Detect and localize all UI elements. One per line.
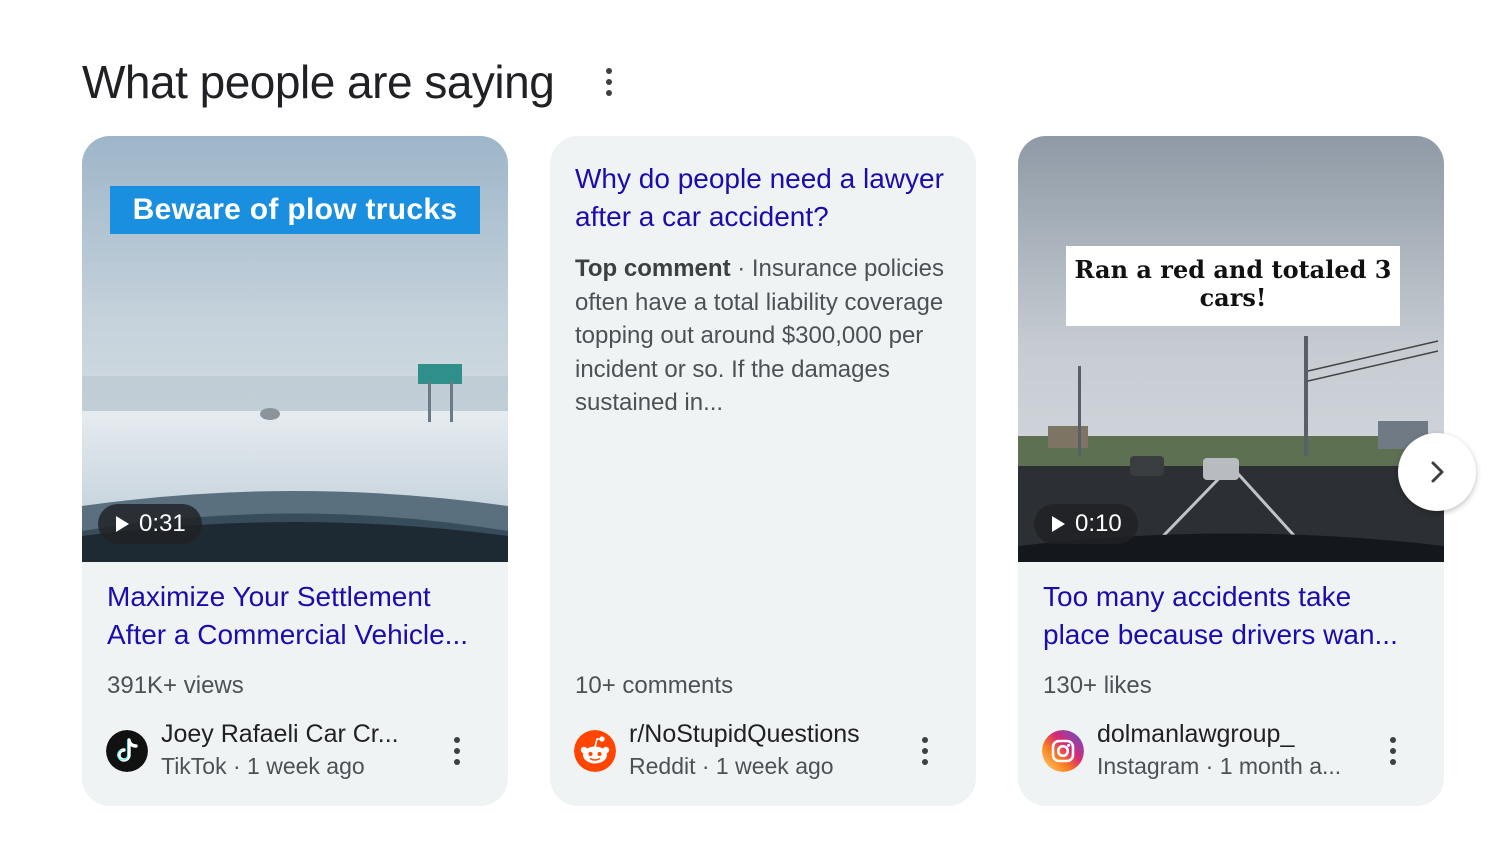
play-icon [116, 516, 129, 532]
result-card-instagram[interactable]: Ran a red and totaled 3 cars! 0:10 Too m… [1018, 136, 1444, 806]
play-icon [1052, 516, 1065, 532]
video-caption-overlay: Ran a red and totaled 3 cars! [1066, 246, 1400, 326]
instagram-icon [1042, 730, 1084, 772]
card-more-icon[interactable] [1378, 734, 1408, 768]
carousel-next-button[interactable] [1398, 433, 1476, 511]
reddit-icon [574, 730, 616, 772]
card-more-icon[interactable] [910, 734, 940, 768]
card-title-link[interactable]: Why do people need a lawyer after a car … [575, 160, 955, 236]
source-name[interactable]: r/NoStupidQuestions [629, 720, 860, 749]
source-meta: Instagram · 1 month a... [1097, 753, 1342, 779]
source-name[interactable]: Joey Rafaeli Car Cr... [161, 720, 399, 749]
snippet-label: Top comment [575, 255, 731, 282]
section-more-icon[interactable] [594, 64, 624, 100]
source-name[interactable]: dolmanlawgroup_ [1097, 720, 1294, 749]
video-duration-badge: 0:10 [1034, 504, 1138, 544]
tiktok-icon [106, 730, 148, 772]
duration-text: 0:31 [139, 510, 186, 537]
video-thumbnail[interactable]: Ran a red and totaled 3 cars! 0:10 [1018, 136, 1444, 562]
card-title-link[interactable]: Maximize Your Settlement After a Commerc… [107, 578, 487, 654]
result-card-reddit[interactable]: Why do people need a lawyer after a car … [550, 136, 976, 806]
card-title-link[interactable]: Too many accidents take place because dr… [1043, 578, 1423, 654]
video-thumbnail[interactable]: Beware of plow trucks 0:31 [82, 136, 508, 562]
section-title: What people are saying [82, 56, 555, 108]
card-more-icon[interactable] [442, 734, 472, 768]
top-comment-snippet: Top comment · Insurance policies often h… [575, 252, 955, 420]
like-count: 130+ likes [1043, 672, 1152, 699]
result-card-tiktok[interactable]: Beware of plow trucks 0:31 Maximize Your… [82, 136, 508, 806]
chevron-right-icon [1431, 461, 1444, 483]
source-meta: Reddit · 1 week ago [629, 753, 834, 779]
video-caption-overlay: Beware of plow trucks [110, 186, 480, 234]
duration-text: 0:10 [1075, 510, 1122, 537]
comment-count: 10+ comments [575, 672, 734, 699]
video-duration-badge: 0:31 [98, 504, 202, 544]
source-meta: TikTok · 1 week ago [161, 753, 365, 779]
view-count: 391K+ views [107, 672, 244, 699]
